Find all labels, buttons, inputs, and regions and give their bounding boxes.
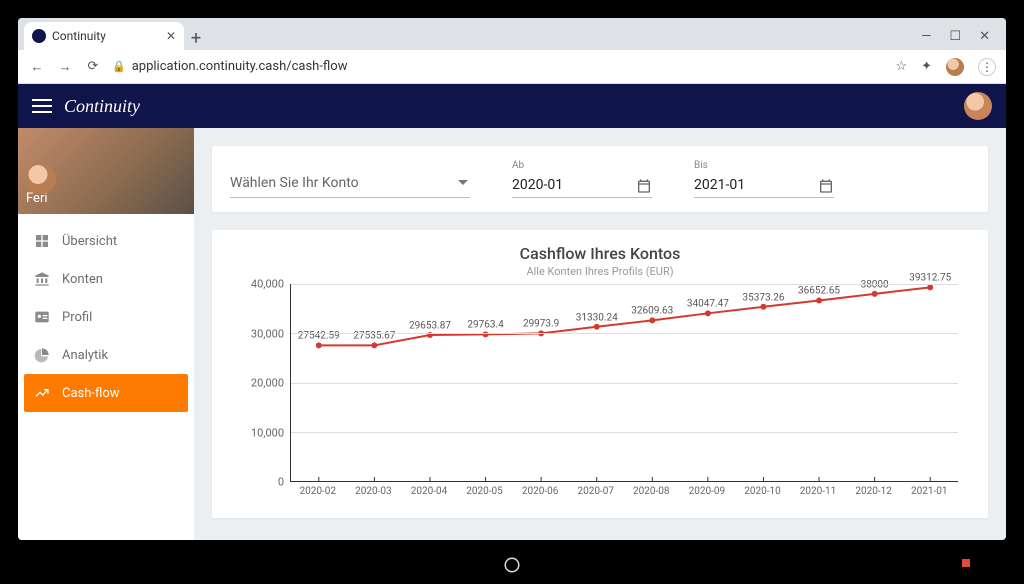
address-bar[interactable]: 🔒 application.continuity.cash/cash-flow (112, 59, 885, 74)
lock-icon: 🔒 (112, 60, 126, 73)
date-from-label: Ab (512, 160, 652, 171)
bank-icon (34, 271, 50, 287)
chart-subtitle: Alle Konten Ihres Profils (EUR) (230, 265, 970, 278)
extensions-icon[interactable]: ✦ (921, 59, 932, 74)
nav-back-icon[interactable]: ← (28, 59, 46, 75)
account-select[interactable]: Wählen Sie Ihr Konto (230, 169, 470, 198)
close-icon[interactable]: ✕ (166, 29, 176, 43)
sidebar-item-label: Konten (62, 272, 103, 287)
browser-tabbar: Continuity ✕ + — ☐ ✕ (18, 18, 1006, 50)
menu-icon[interactable]: ⋮ (978, 58, 996, 76)
calendar-icon[interactable] (818, 178, 834, 194)
main-content: Wählen Sie Ihr Konto Ab 2020-01 Bis (194, 128, 1006, 540)
sidebar-item-label: Profil (62, 310, 92, 325)
nav-forward-icon[interactable]: → (56, 59, 74, 75)
notification-dot-icon (962, 559, 970, 567)
browser-tab[interactable]: Continuity ✕ (24, 22, 184, 50)
browser-toolbar: ← → ⟳ 🔒 application.continuity.cash/cash… (18, 50, 1006, 84)
window-minimize-icon[interactable]: — (921, 29, 931, 44)
bookmark-icon[interactable]: ☆ (895, 59, 907, 74)
app-header: Continuity (18, 84, 1006, 128)
sidebar: Feri Übersicht Konten (18, 128, 194, 540)
window-maximize-icon[interactable]: ☐ (949, 29, 961, 44)
chart-card: Cashflow Ihres Kontos Alle Konten Ihres … (212, 230, 988, 518)
id-icon (34, 309, 50, 325)
sidebar-item-cashflow[interactable]: Cash-flow (24, 374, 188, 412)
chevron-down-icon (458, 180, 468, 190)
brand-logo: Continuity (64, 96, 140, 117)
sidebar-item-label: Cash-flow (62, 386, 120, 401)
sidebar-item-profil[interactable]: Profil (18, 298, 194, 336)
chart-title: Cashflow Ihres Kontos (230, 244, 970, 263)
dashboard-icon (34, 233, 50, 249)
sidebar-item-label: Analytik (62, 348, 108, 363)
tab-title: Continuity (52, 29, 106, 43)
calendar-icon[interactable] (636, 178, 652, 194)
date-to-field[interactable]: Bis 2021-01 (694, 160, 834, 198)
toolbar-right: ☆ ✦ ⋮ (895, 58, 996, 76)
chart-area: 010,00020,00030,00040,000 27542.5927535.… (230, 284, 970, 504)
date-to-value: 2021-01 (694, 173, 834, 198)
sidebar-item-label: Übersicht (62, 234, 117, 249)
account-select-label: Wählen Sie Ihr Konto (230, 169, 470, 198)
profile-hero[interactable]: Feri (18, 128, 194, 214)
profile-avatar-icon[interactable] (946, 58, 964, 76)
date-to-label: Bis (694, 160, 834, 171)
date-from-field[interactable]: Ab 2020-01 (512, 160, 652, 198)
sidebar-item-konten[interactable]: Konten (18, 260, 194, 298)
piechart-icon (34, 347, 50, 363)
profile-name: Feri (26, 191, 48, 206)
filter-card: Wählen Sie Ihr Konto Ab 2020-01 Bis (212, 146, 988, 212)
nav-reload-icon[interactable]: ⟳ (84, 59, 102, 74)
menu-toggle-icon[interactable] (32, 99, 52, 113)
user-avatar[interactable] (964, 92, 992, 120)
sidebar-item-uebersicht[interactable]: Übersicht (18, 222, 194, 260)
url-text: application.continuity.cash/cash-flow (132, 59, 348, 74)
home-indicator-icon (503, 556, 521, 574)
window-close-icon[interactable]: ✕ (979, 29, 990, 44)
tab-favicon (32, 29, 46, 43)
trend-icon (34, 385, 50, 401)
new-tab-button[interactable]: + (184, 26, 208, 50)
date-from-value: 2020-01 (512, 173, 652, 198)
sidebar-item-analytik[interactable]: Analytik (18, 336, 194, 374)
